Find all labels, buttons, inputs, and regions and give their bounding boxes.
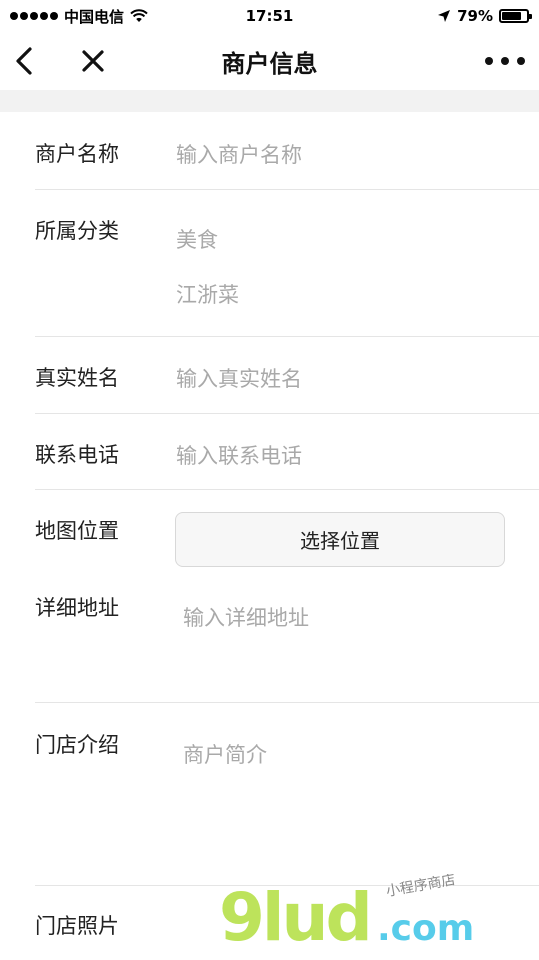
real-name-label: 真实姓名: [35, 366, 119, 390]
divider: [35, 702, 539, 703]
divider: [35, 336, 539, 337]
select-location-button[interactable]: 选择位置: [175, 512, 505, 567]
divider: [35, 413, 539, 414]
status-bar: 中国电信 17:51 79%: [0, 0, 539, 32]
more-horizontal-icon[interactable]: [485, 44, 525, 78]
merchant-name-input[interactable]: 输入商户名称: [176, 139, 302, 169]
watermark-tagline: 小程序商店: [385, 874, 457, 900]
header-separator: [0, 90, 539, 112]
location-arrow-icon: [438, 10, 451, 22]
merchant-name-label: 商户名称: [35, 142, 119, 166]
status-bar-right: 79%: [437, 7, 532, 25]
intro-textarea[interactable]: 商户简介: [183, 739, 267, 769]
merchant-info-page: 中国电信 17:51 79% 商户信息 商户名称 输入商户名称 所属分类 美食 …: [0, 0, 539, 960]
battery-level: [502, 12, 521, 20]
watermark-logo: 9lud: [219, 879, 370, 954]
battery-icon: [499, 9, 532, 23]
map-location-label: 地图位置: [35, 519, 119, 543]
phone-input[interactable]: 输入联系电话: [176, 440, 302, 470]
signal-strength-icon: [10, 12, 58, 20]
divider: [35, 489, 539, 490]
address-label: 详细地址: [35, 596, 119, 620]
real-name-input[interactable]: 输入真实姓名: [176, 363, 302, 393]
category-primary-picker[interactable]: 美食: [176, 224, 218, 254]
wifi-icon: [130, 9, 148, 22]
category-label: 所属分类: [35, 219, 119, 243]
carrier-name: 中国电信: [64, 7, 125, 26]
battery-percent: 79%: [457, 7, 493, 25]
phone-label: 联系电话: [35, 443, 119, 467]
watermark-suffix: .com: [377, 908, 474, 949]
store-photos-label: 门店照片: [35, 914, 119, 938]
category-secondary-picker[interactable]: 江浙菜: [176, 279, 239, 309]
chevron-left-icon[interactable]: [10, 44, 40, 78]
divider: [35, 189, 539, 190]
navigation-bar: 商户信息: [0, 32, 539, 90]
close-icon[interactable]: [76, 44, 110, 78]
status-bar-left: 中国电信: [10, 6, 148, 27]
site-watermark: 9lud .com 小程序商店: [219, 874, 474, 954]
intro-label: 门店介绍: [35, 733, 119, 757]
address-textarea[interactable]: 输入详细地址: [183, 602, 309, 632]
